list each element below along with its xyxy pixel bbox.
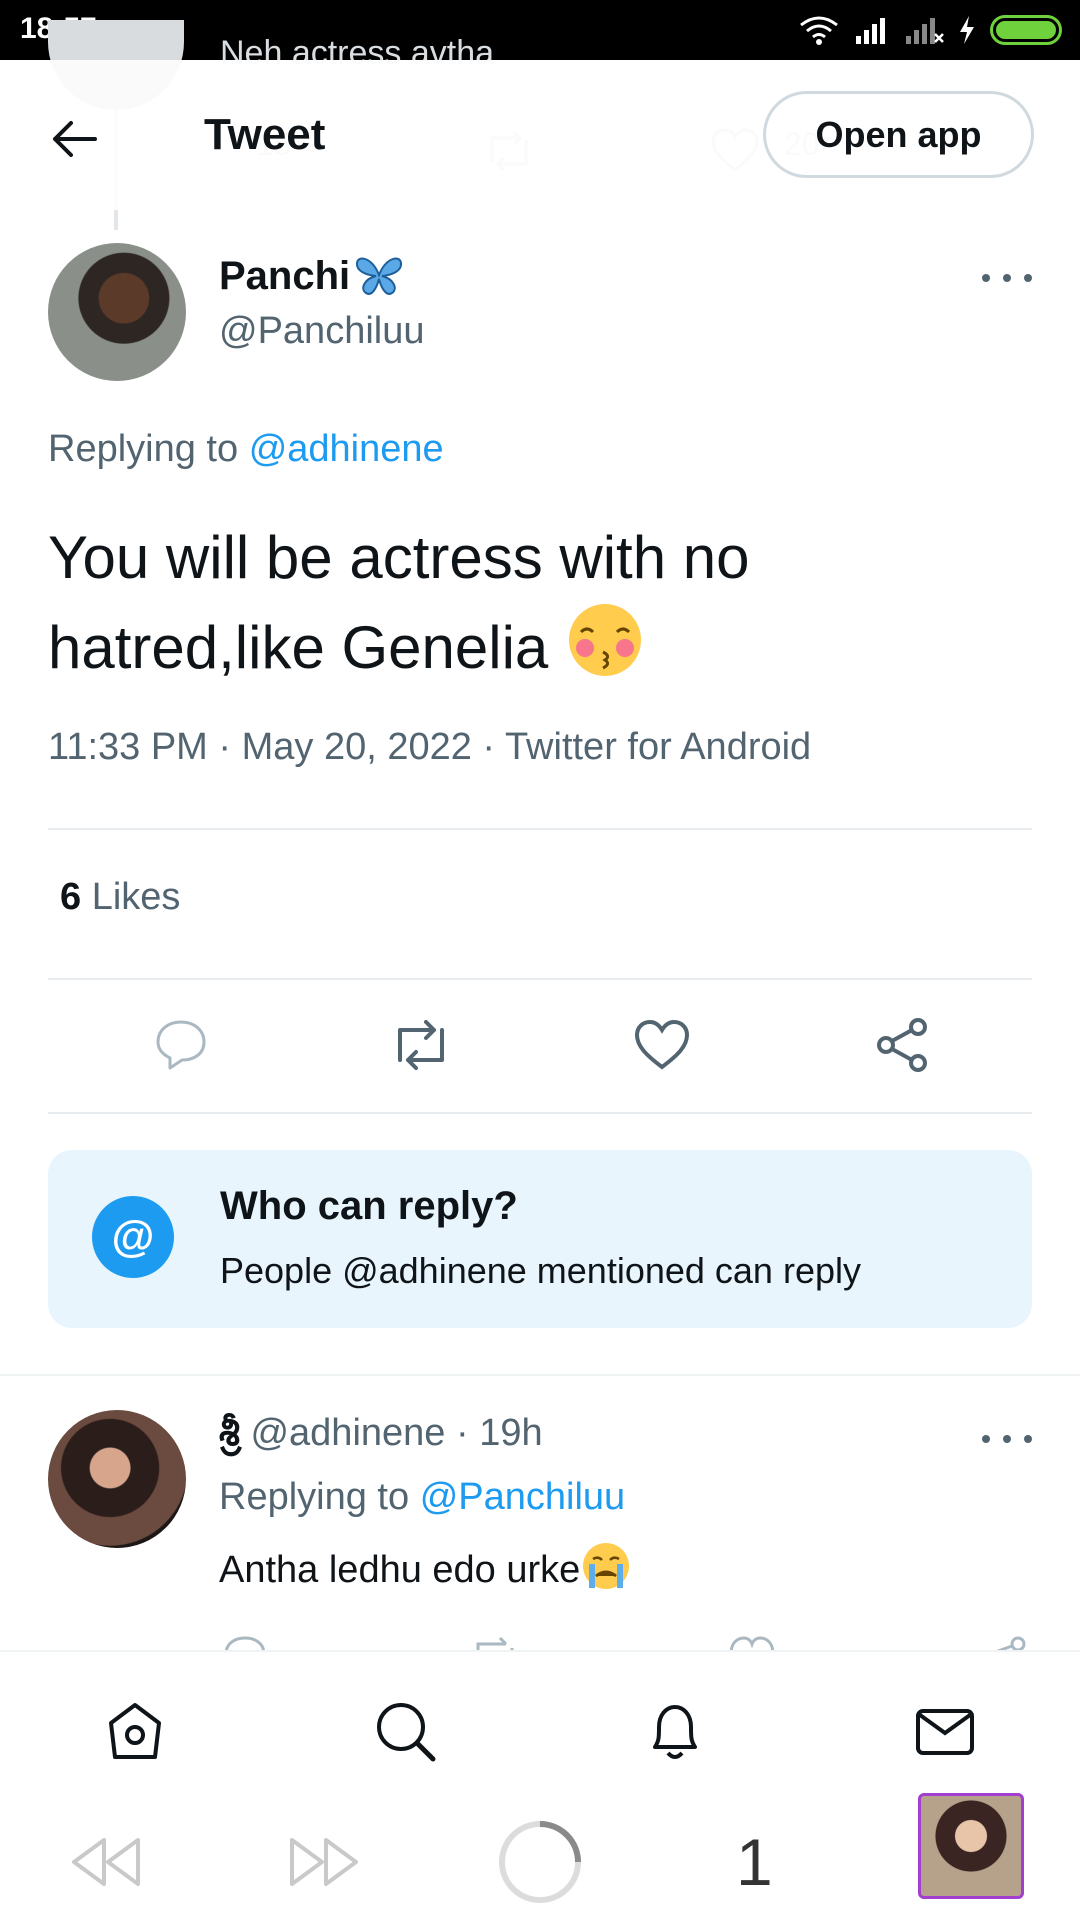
reply-author-avatar[interactable] <box>48 1410 186 1548</box>
tweet-action-bar <box>0 1010 1080 1080</box>
replying-to: Replying to @adhinene <box>48 428 444 470</box>
section-divider <box>0 1374 1080 1376</box>
divider <box>48 828 1032 830</box>
tabs-button[interactable]: 1 <box>736 1822 773 1902</box>
tweet-meta: 11:33 PM · May 20, 2022 · Twitter for An… <box>48 726 812 768</box>
reply-action-bar <box>0 1630 1080 1650</box>
search-icon <box>377 1703 436 1762</box>
mail-icon <box>916 1709 974 1755</box>
divider <box>48 978 1032 980</box>
reply-text: Antha ledhu edo urke <box>219 1540 632 1592</box>
reply-handle-time: @adhinene · 19h <box>250 1412 543 1454</box>
reply-replying-to-handle-link[interactable]: @Panchiluu <box>420 1476 625 1518</box>
profile-thumbnail-button[interactable] <box>918 1793 1024 1899</box>
rewind-icon <box>72 1838 140 1886</box>
divider <box>48 1112 1032 1114</box>
nav-messages[interactable] <box>910 1696 980 1766</box>
at-sign-icon: @ <box>92 1196 174 1278</box>
nav-notifications[interactable] <box>640 1696 710 1766</box>
comment-icon <box>156 1020 206 1070</box>
heart-icon <box>634 1019 690 1070</box>
author-name-text: Panchi <box>219 253 351 298</box>
share-icon <box>877 1018 927 1072</box>
signal-icon <box>856 18 885 44</box>
bottom-nav <box>0 1650 1080 1800</box>
status-icons <box>798 12 1062 48</box>
reply-comment-icon[interactable] <box>222 1634 268 1650</box>
browser-reload-button[interactable] <box>496 1821 584 1903</box>
reply-share-icon[interactable] <box>984 1634 1028 1650</box>
kissing-face-emoji-icon <box>568 604 641 676</box>
butterfly-emoji-icon <box>356 257 403 295</box>
retweet-button[interactable] <box>386 1010 456 1080</box>
page-title: Tweet <box>204 110 326 159</box>
crying-face-emoji-icon <box>583 1543 630 1589</box>
wifi-icon <box>800 16 838 45</box>
battery-icon <box>990 15 1062 45</box>
nav-home[interactable] <box>100 1696 170 1766</box>
open-app-button[interactable]: Open app <box>763 91 1034 178</box>
reply-author-line[interactable]: శ్రీ @adhinene · 19h <box>219 1412 543 1464</box>
charging-icon <box>960 16 974 44</box>
reply-retweet-icon[interactable] <box>470 1634 520 1650</box>
no-signal-icon <box>906 18 944 44</box>
nav-search[interactable] <box>370 1696 440 1766</box>
reply-author-name: శ్రీ <box>219 1412 240 1454</box>
author-handle[interactable]: @Panchiluu <box>219 310 424 353</box>
browser-bottom-bar: 1 <box>0 1793 1080 1920</box>
author-name[interactable]: Panchi <box>219 253 404 299</box>
back-button[interactable] <box>45 110 103 168</box>
tweet-more-button[interactable] <box>982 263 1032 293</box>
who-can-reply-card: @ Who can reply? People @adhinene mentio… <box>48 1150 1032 1328</box>
who-can-reply-title: Who can reply? <box>220 1184 518 1228</box>
profile-thumbnail <box>918 1793 1024 1899</box>
retweet-icon <box>398 1020 444 1070</box>
replying-to-handle-link[interactable]: @adhinene <box>249 428 444 470</box>
loading-spinner-icon <box>499 1821 581 1903</box>
bell-icon <box>653 1705 697 1759</box>
arrow-left-icon <box>53 121 97 157</box>
reply-replying-to: Replying to @Panchiluu <box>219 1476 626 1518</box>
reply-like-icon[interactable] <box>728 1634 776 1650</box>
like-button[interactable] <box>627 1010 697 1080</box>
home-icon <box>109 1703 161 1759</box>
likes-count-link[interactable]: 6 Likes <box>60 876 180 919</box>
tweet-text: You will be actress with no hatred,like … <box>48 524 750 681</box>
tab-count: 1 <box>736 1825 773 1899</box>
browser-back-button[interactable] <box>68 1822 144 1902</box>
browser-forward-button[interactable] <box>286 1822 362 1902</box>
reply-more-button[interactable] <box>982 1424 1032 1454</box>
share-button[interactable] <box>867 1010 937 1080</box>
reply-button[interactable] <box>146 1010 216 1080</box>
author-avatar[interactable] <box>48 243 186 381</box>
fast-forward-icon <box>290 1838 358 1886</box>
top-header: Tweet Open app <box>0 60 1080 210</box>
who-can-reply-subtitle: People @adhinene mentioned can reply <box>220 1250 861 1291</box>
